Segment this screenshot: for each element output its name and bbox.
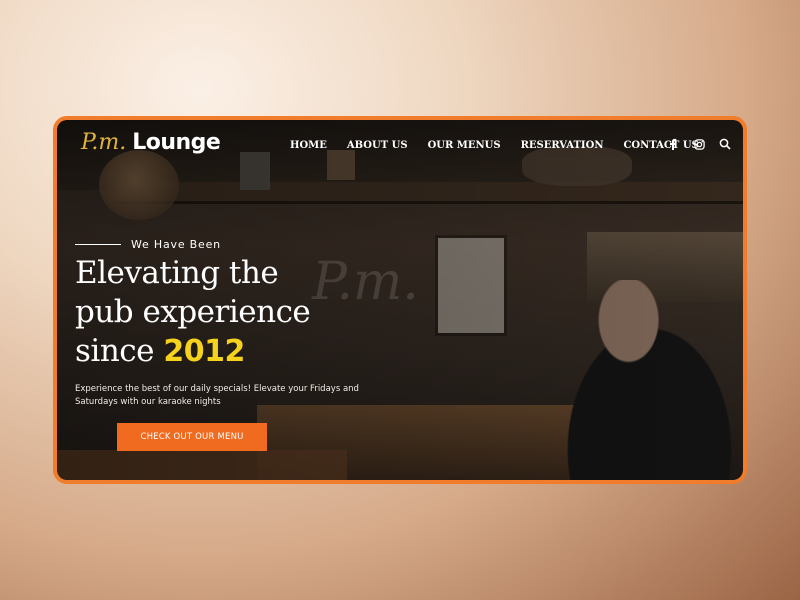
website-screen: P.m. P.m. Lounge HOME ABOUT US OUR MENUS… [57, 120, 743, 480]
nav-item-home[interactable]: HOME [290, 140, 327, 151]
hero-headline-line-1: Elevating the [75, 255, 279, 291]
tagline-divider-line [75, 244, 121, 245]
nav-item-about-us[interactable]: ABOUT US [347, 140, 408, 151]
logo-script-mark: P.m. [81, 130, 127, 155]
hero-description: Experience the best of our daily special… [75, 383, 359, 407]
instagram-icon[interactable] [692, 137, 706, 151]
nav-item-our-menus[interactable]: OUR MENUS [428, 140, 501, 151]
nav-item-reservation[interactable]: RESERVATION [521, 140, 604, 151]
main-navigation: HOME ABOUT US OUR MENUS RESERVATION CONT… [290, 140, 699, 151]
facebook-icon[interactable] [666, 137, 680, 151]
header-icon-group [666, 137, 732, 151]
hero-headline-line-3: since [75, 333, 155, 369]
search-icon[interactable] [718, 137, 732, 151]
hero-headline-year: 2012 [163, 334, 245, 369]
check-out-menu-button[interactable]: CHECK OUT OUR MENU [117, 423, 267, 451]
hero-tagline-row: We Have Been [75, 238, 221, 251]
logo-wordmark: Lounge [132, 130, 221, 155]
hero-headline: Elevating the pub experience since 2012 [75, 254, 311, 371]
site-logo[interactable]: P.m. Lounge [81, 130, 221, 155]
browser-mockup-frame: P.m. P.m. Lounge HOME ABOUT US OUR MENUS… [53, 116, 747, 484]
hero-headline-line-2: pub experience [75, 294, 311, 330]
hero-tagline: We Have Been [131, 238, 221, 251]
